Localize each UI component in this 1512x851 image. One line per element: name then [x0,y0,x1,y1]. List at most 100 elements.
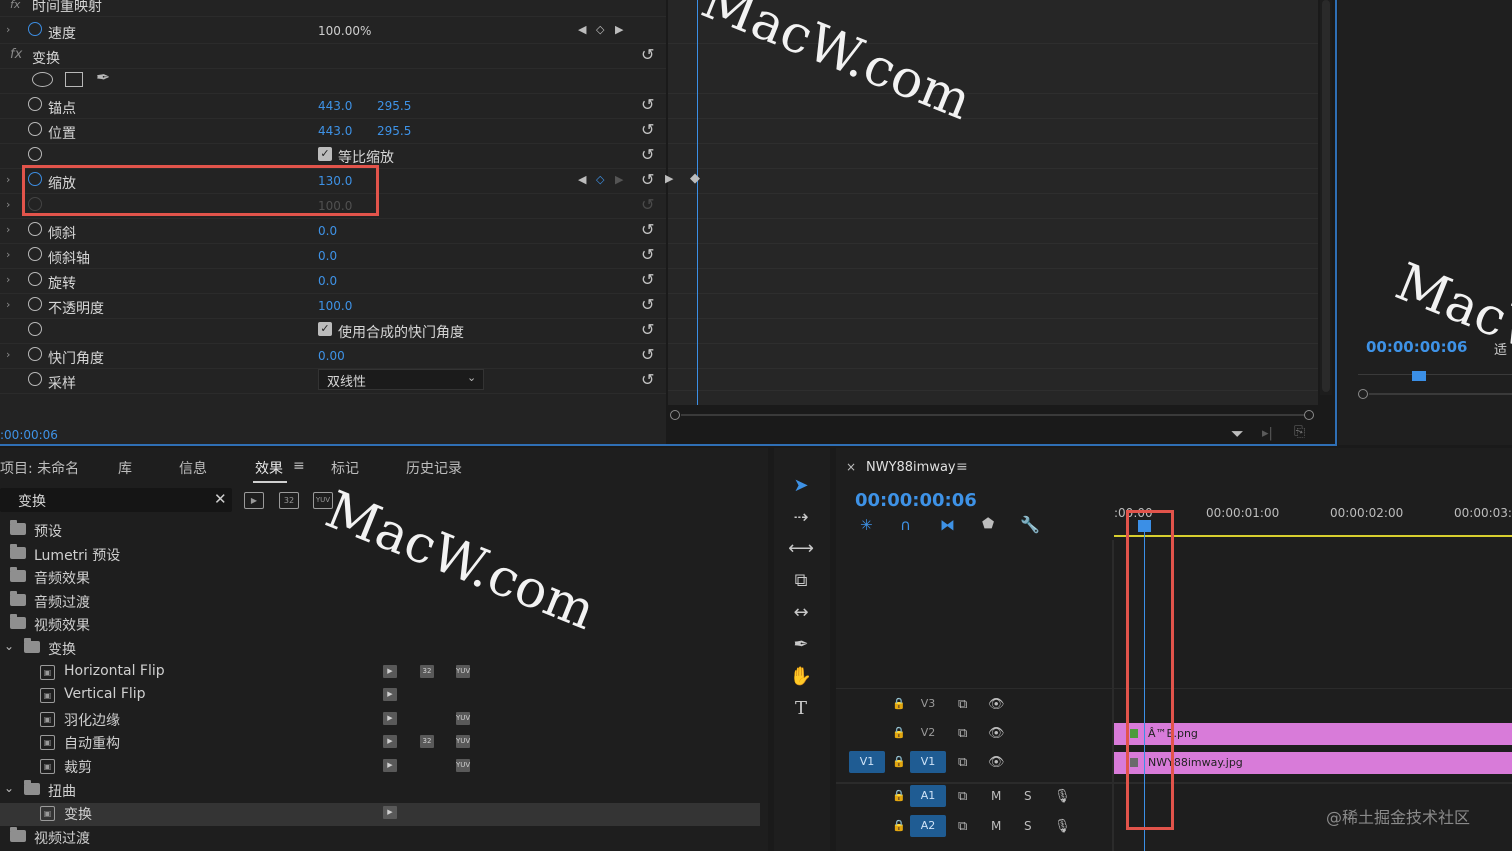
sampling-select[interactable]: 双线性 ⌄ [318,369,484,390]
rotation-row[interactable]: › 旋转 0.0 ↺ [0,269,666,294]
stopwatch-icon[interactable] [28,22,42,36]
sequence-tab[interactable]: NWY88imway [866,460,956,475]
opacity-row[interactable]: › 不透明度 100.0 ↺ [0,294,666,319]
tab-info[interactable]: 信息 [179,458,207,478]
lock-icon[interactable]: 🔒 [892,697,906,710]
tree-effect[interactable]: ▣ Horizontal Flip ▶ 32 YUV [0,662,760,685]
stopwatch-icon[interactable] [28,372,42,386]
tab-history[interactable]: 历史记录 [406,458,462,478]
add-keyframe-icon[interactable]: ◇ [596,23,604,36]
stopwatch-icon[interactable] [28,122,42,136]
anchor-row[interactable]: 锚点 443.0 295.5 ↺ [0,94,666,119]
reset-icon[interactable]: ↺ [641,245,654,264]
transform-effect-row[interactable]: fx 变换 ↺ [0,44,666,69]
reset-icon[interactable]: ↺ [641,145,654,164]
expand-chevron-icon[interactable]: › [6,298,10,311]
expand-chevron-icon[interactable]: › [6,23,10,36]
sync-lock-icon[interactable]: ⧉ [958,789,967,804]
tree-folder[interactable]: ⌄ 扭曲 [0,779,760,803]
effect-controls-timecode[interactable]: :00:00:06 [0,428,58,442]
microphone-icon[interactable]: 🎙 [1054,789,1071,804]
razor-tool-icon[interactable]: ⧉ [788,568,814,594]
prev-keyframe-icon[interactable]: ◀ [578,23,586,36]
sync-lock-icon[interactable]: ⧉ [958,755,967,770]
add-keyframe-icon[interactable]: ◇ [596,173,604,186]
time-remap-row[interactable]: fx 时间重映射 [0,0,666,17]
track-select-tool-icon[interactable]: ⇢ [788,505,814,531]
expand-chevron-icon[interactable]: › [6,248,10,261]
speed-value[interactable]: 100.00% [318,24,371,38]
fx-toggle-icon[interactable]: fx [10,47,22,62]
lock-icon[interactable]: 🔒 [892,755,906,768]
stopwatch-icon[interactable] [28,97,42,111]
reset-icon[interactable]: ↺ [641,45,654,64]
mini-playhead[interactable] [1412,371,1426,381]
tab-menu-icon[interactable]: ≡ [293,458,305,474]
skew-axis-row[interactable]: › 倾斜轴 0.0 ↺ [0,244,666,269]
speed-row[interactable]: › 速度 100.00% ◀ ◇ ▶ [0,19,666,44]
anchor-x-value[interactable]: 443.0 [318,99,352,113]
tree-effect[interactable]: ▣ 羽化边缘 ▶ YUV [0,709,760,732]
position-y-value[interactable]: 295.5 [377,124,411,138]
reset-icon[interactable]: ↺ [641,320,654,339]
nest-icon[interactable]: ✳ [860,516,873,534]
sync-lock-icon[interactable]: ⧉ [958,819,967,834]
stopwatch-icon[interactable] [28,247,42,261]
stopwatch-icon[interactable] [28,297,42,311]
reset-icon[interactable]: ↺ [641,270,654,289]
track-target[interactable]: V3 [910,693,946,715]
tree-folder[interactable]: 视频过渡 [0,826,760,850]
tree-folder[interactable]: 视频效果 [0,614,760,637]
next-keyframe-icon[interactable]: ▶ [615,23,623,36]
track-target[interactable]: V2 [910,722,946,744]
reset-icon[interactable]: ↺ [641,95,654,114]
close-icon[interactable]: × [846,460,856,474]
selection-tool-icon[interactable]: ➤ [788,473,814,499]
sync-lock-icon[interactable]: ⧉ [958,697,967,712]
ec-playhead[interactable] [697,0,698,405]
wrench-icon[interactable]: 🔧 [1020,515,1040,534]
reset-icon[interactable]: ↺ [641,370,654,389]
source-patch-v1[interactable]: V1 [849,751,885,773]
stopwatch-icon[interactable] [28,272,42,286]
lock-icon[interactable]: 🔒 [892,819,906,832]
stopwatch-icon[interactable] [28,347,42,361]
solo-button[interactable]: S [1024,789,1032,803]
opacity-value[interactable]: 100.0 [318,299,352,313]
program-timecode[interactable]: 00:00:00:06 [1366,338,1468,356]
snap-magnet-icon[interactable]: ∩ [900,516,911,534]
sampling-row[interactable]: 采样 双线性 ⌄ ↺ [0,369,666,394]
stopwatch-icon[interactable] [28,322,42,336]
scroll-handle-right[interactable] [1304,410,1314,420]
skew-row[interactable]: › 倾斜 0.0 ↺ [0,219,666,244]
clear-search-icon[interactable]: ✕ [214,490,227,508]
expand-chevron-icon[interactable]: › [6,173,10,186]
stopwatch-icon[interactable] [28,147,42,161]
reset-icon[interactable]: ↺ [641,220,654,239]
scroll-handle-left[interactable] [670,410,680,420]
position-x-value[interactable]: 443.0 [318,124,352,138]
track-target[interactable]: V1 [910,751,946,773]
filter-icon[interactable]: ⏷ [1231,424,1244,444]
pen-mask-icon[interactable]: ✒ [96,68,110,88]
eye-icon[interactable]: 👁 [988,726,1005,741]
tree-folder[interactable]: 音频效果 [0,567,760,590]
ellipse-mask-icon[interactable] [32,72,53,87]
lock-icon[interactable]: 🔒 [892,789,906,802]
reset-icon[interactable]: ↺ [641,170,654,189]
tree-folder[interactable]: 音频过渡 [0,590,760,614]
next-keyframe-icon[interactable]: ▶ [615,173,623,186]
type-tool-icon[interactable]: T [788,696,814,722]
32bit-filter-icon[interactable]: 32 [279,492,299,509]
stopwatch-icon[interactable] [28,222,42,236]
slip-tool-icon[interactable]: ↔ [788,600,814,626]
lock-icon[interactable]: 🔒 [892,726,906,739]
track-target[interactable]: A2 [910,815,946,837]
microphone-icon[interactable]: 🎙 [1054,819,1071,834]
effects-search-input[interactable]: 变换 ✕ [0,488,232,512]
skew-value[interactable]: 0.0 [318,224,337,238]
linked-selection-icon[interactable]: ⧓ [940,516,955,534]
sequence-timecode[interactable]: 00:00:00:06 [855,490,977,511]
tab-markers[interactable]: 标记 [331,458,359,478]
horizontal-scrollbar[interactable] [670,410,1316,420]
